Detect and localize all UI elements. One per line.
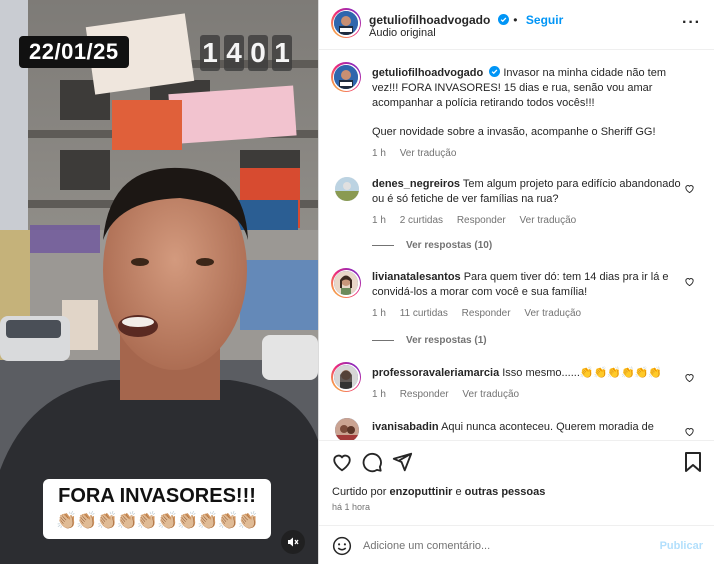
flip-clock: 1 4 0 1: [200, 35, 292, 71]
heart-icon[interactable]: [684, 183, 695, 194]
comment-time[interactable]: 1 h: [372, 308, 386, 319]
clap-emojis: 👏🏼👏🏼👏🏼👏🏼👏🏼👏🏼👏🏼👏🏼👏🏼👏🏼: [56, 511, 259, 530]
view-replies-label: Ver respostas (10): [406, 240, 493, 251]
comment-username[interactable]: livianatalesantos: [372, 271, 461, 283]
liked-by-suffix: e: [452, 486, 465, 498]
flip-digit: 4: [224, 35, 244, 71]
comment-input[interactable]: Adicione um comentário...: [363, 540, 490, 552]
publish-button[interactable]: Publicar: [660, 540, 703, 552]
post-actions: Curtido por enzoputtinir e outras pessoa…: [319, 440, 714, 564]
author-avatar-ring[interactable]: [331, 8, 361, 38]
add-comment-bar: Adicione um comentário... Publicar: [319, 525, 714, 564]
heart-icon[interactable]: [684, 276, 695, 287]
action-icons: [331, 451, 413, 473]
replies-line: [372, 245, 394, 246]
avatar[interactable]: [335, 177, 359, 201]
comment-likes[interactable]: 11 curtidas: [400, 308, 448, 319]
video-caption: FORA INVASORES!!! 👏🏼👏🏼👏🏼👏🏼👏🏼👏🏼👏🏼👏🏼👏🏼👏🏼: [43, 479, 271, 539]
comment-likes[interactable]: 2 curtidas: [400, 215, 443, 226]
post-details-panel: getuliofilhoadvogado • Seguir Áudio orig…: [318, 0, 714, 564]
verified-badge-icon: [497, 14, 509, 25]
caption-translate-link[interactable]: Ver tradução: [400, 148, 457, 159]
speaker-muted-icon: [288, 537, 299, 547]
avatar[interactable]: [335, 418, 359, 440]
comment-translate-link[interactable]: Ver tradução: [462, 389, 519, 400]
instagram-post-modal: 22/01/25 1 4 0 1 FORA INVASORES!!! 👏🏼👏🏼👏…: [0, 0, 714, 564]
avatar: [334, 65, 358, 89]
follow-button[interactable]: Seguir: [526, 13, 563, 27]
comments-section[interactable]: getuliofilhoadvogado Invasor na minha ci…: [319, 50, 714, 440]
heart-icon[interactable]: [684, 426, 695, 437]
caption-meta: 1 h Ver tradução: [372, 146, 692, 161]
more-options-button[interactable]: ···: [682, 14, 701, 32]
emoji-icon[interactable]: [332, 536, 352, 556]
flip-digit: 0: [248, 35, 268, 71]
comment-reply-button[interactable]: Responder: [400, 389, 449, 400]
view-replies-button[interactable]: Ver respostas (1): [372, 335, 487, 346]
comment-avatar-ring[interactable]: [331, 268, 361, 298]
avatar: [334, 271, 358, 295]
comment-translate-link[interactable]: Ver tradução: [520, 215, 577, 226]
comment-item: ivanisabadin Aqui nunca aconteceu. Quere…: [331, 418, 701, 440]
video-date-badge: 22/01/25: [19, 36, 129, 68]
comment-text: Aqui nunca aconteceu. Querem moradia de: [441, 421, 654, 433]
comment-meta: 1 h 2 curtidas Responder Ver tradução: [372, 213, 692, 228]
comment-time[interactable]: 1 h: [372, 389, 386, 400]
audio-label[interactable]: Áudio original: [369, 27, 436, 39]
comment-item: professoravaleriamarcia Isso mesmo......…: [331, 362, 701, 412]
comment-time[interactable]: 1 h: [372, 215, 386, 226]
bookmark-icon[interactable]: [683, 451, 703, 473]
avatar: [334, 365, 358, 389]
share-paper-plane-icon[interactable]: [391, 451, 413, 473]
comment-text: Isso mesmo......👏👏👏👏👏👏: [502, 367, 663, 379]
comment-bubble-icon[interactable]: [361, 451, 383, 473]
comment-reply-button[interactable]: Responder: [462, 308, 511, 319]
liked-by-summary: Curtido por enzoputtinir e outras pessoa…: [332, 486, 545, 498]
replies-line: [372, 340, 394, 341]
liked-by-prefix: Curtido por: [332, 486, 390, 498]
mute-button[interactable]: [281, 530, 305, 554]
flip-digit: 1: [200, 35, 220, 71]
author-username[interactable]: getuliofilhoadvogado: [369, 13, 490, 27]
caption-time[interactable]: 1 h: [372, 148, 386, 159]
post-video[interactable]: 22/01/25 1 4 0 1 FORA INVASORES!!! 👏🏼👏🏼👏…: [0, 0, 318, 564]
view-replies-label: Ver respostas (1): [406, 335, 487, 346]
view-replies-button[interactable]: Ver respostas (10): [372, 240, 492, 251]
post-caption: getuliofilhoadvogado Invasor na minha ci…: [331, 62, 701, 162]
comment-meta: 1 h 11 curtidas Responder Ver tradução: [372, 306, 692, 321]
comment-username[interactable]: ivanisabadin: [372, 421, 439, 433]
post-time-ago[interactable]: há 1 hora: [332, 502, 370, 512]
comment-username[interactable]: denes_negreiros: [372, 178, 460, 190]
liked-by-others[interactable]: outras pessoas: [465, 486, 546, 498]
comment-translate-link[interactable]: Ver tradução: [524, 308, 581, 319]
comment-meta: 1 h Responder Ver tradução: [372, 387, 692, 402]
verified-badge-icon: [489, 66, 501, 77]
comment-reply-button[interactable]: Responder: [457, 215, 506, 226]
post-header: getuliofilhoadvogado • Seguir Áudio orig…: [319, 0, 714, 50]
caption-username[interactable]: getuliofilhoadvogado: [372, 67, 483, 79]
video-caption-text: FORA INVASORES!!!: [58, 485, 256, 507]
like-heart-icon[interactable]: [331, 451, 353, 473]
heart-icon[interactable]: [684, 372, 695, 383]
caption-avatar-ring[interactable]: [331, 62, 361, 92]
comment-username[interactable]: professoravaleriamarcia: [372, 367, 499, 379]
caption-text-2: Quer novidade sobre a invasão, acompanhe…: [372, 126, 656, 138]
avatar: [334, 11, 358, 35]
liked-by-user[interactable]: enzoputtinir: [389, 486, 452, 498]
flip-digit: 1: [272, 35, 292, 71]
comment-avatar-ring[interactable]: [331, 362, 361, 392]
